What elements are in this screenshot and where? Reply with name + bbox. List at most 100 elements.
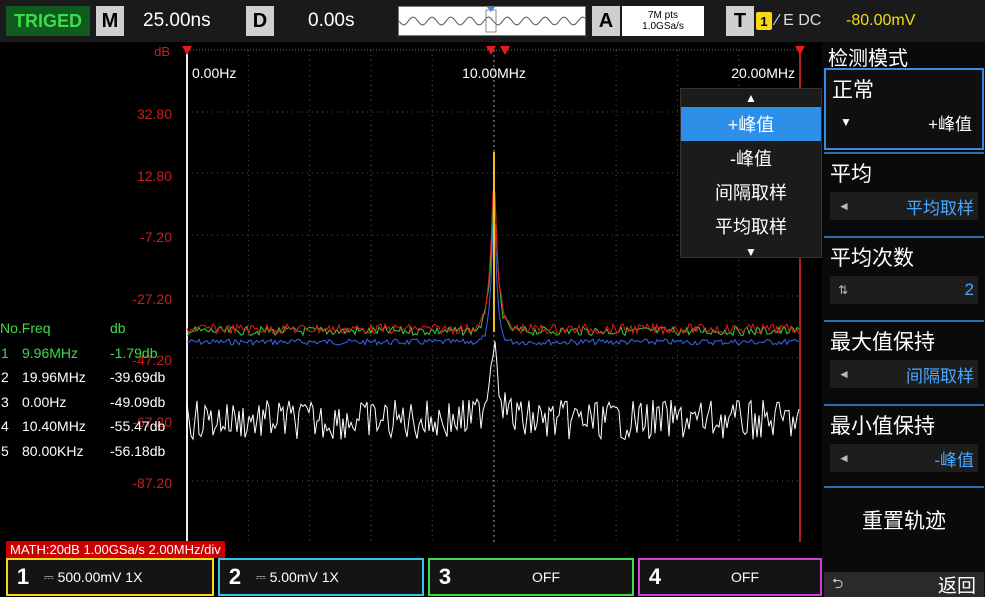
peak-db: -56.18db [110, 442, 166, 459]
peak-db: -39.69db [110, 369, 166, 386]
menu-item-label: 平均 [830, 163, 872, 186]
trigger-level: -80.00mV [846, 12, 916, 29]
delay-label[interactable]: D [246, 6, 274, 36]
math-info-label: MATH:20dB 1.00GSa/s 2.00MHz/div [6, 541, 225, 558]
menu-item-value[interactable]: ⇅ 2 [830, 276, 978, 304]
peak-row: 4 10.40MHz -55.47db [0, 414, 186, 439]
peak-row: 5 80.00KHz -56.18db [0, 439, 186, 464]
dropdown-arrow-icon: ▼ [840, 115, 852, 129]
peak-db-header: db [110, 320, 126, 337]
menu-item-value[interactable]: ▼ +峰值 [832, 108, 976, 136]
dc-coupling-icon: ⎓ [44, 569, 54, 584]
y-axis-unit: dB [154, 44, 170, 59]
channel-4-setting: OFF [731, 569, 759, 585]
channel-1-box[interactable]: 1 ⎓ 500.00mV 1X [6, 558, 214, 596]
menu-item-average[interactable]: 平均 ◄ 平均取样 [824, 152, 984, 234]
left-arrow-icon: ◄ [838, 199, 850, 213]
x-tick-label: 10.00MHz [462, 65, 526, 81]
menu-item-normal[interactable]: 正常 ▼ +峰值 [824, 68, 984, 150]
menu-item-label: 最小值保持 [830, 415, 935, 438]
scroll-up-icon[interactable]: ▲ [681, 89, 821, 107]
trigger-channel-badge: 1 [756, 12, 772, 30]
menu-title: 检测模式 [828, 48, 908, 70]
channel-2-setting: 5.00mV 1X [269, 569, 339, 585]
peak-freq-header: No.Freq [0, 320, 51, 337]
delay-value: 0.00s [308, 10, 355, 31]
trigger-mode: ∕ E DC [776, 12, 822, 29]
menu-item-value-text: 2 [964, 280, 974, 299]
timebase-value: 25.00ns [143, 10, 211, 31]
peak-row: 3 0.00Hz -49.09db [0, 390, 186, 415]
timebase-label[interactable]: M [96, 6, 124, 36]
waveform-overview [398, 6, 586, 36]
channel-2-number: 2 [228, 564, 242, 589]
peak-index: 3 [1, 393, 9, 410]
dc-coupling-icon: ⎓ [256, 569, 266, 584]
knob-arrows-icon: ⇅ [838, 283, 849, 297]
scroll-down-icon[interactable]: ▼ [681, 243, 821, 261]
y-tick-label: -27.20 [132, 291, 172, 307]
memory-depth: 7M pts [647, 10, 678, 21]
peak-index: 1 [1, 344, 9, 361]
peak-freq: 19.96MHz [22, 369, 86, 386]
peak-freq: 10.40MHz [22, 418, 86, 435]
dropdown-option-interval-sample[interactable]: 间隔取样 [681, 175, 821, 209]
menu-item-min-hold[interactable]: 最小值保持 ◄ -峰值 [824, 404, 984, 484]
x-tick-label: 0.00Hz [192, 65, 236, 81]
menu-item-value[interactable]: ◄ 平均取样 [830, 192, 978, 220]
peak-index: 4 [1, 418, 9, 435]
peak-freq: 0.00Hz [22, 393, 67, 410]
acquisition-info: 7M pts 1.0GSa/s [622, 6, 704, 36]
dropdown-option-positive-peak[interactable]: +峰值 [681, 107, 821, 141]
channel-3-setting: OFF [532, 569, 560, 585]
menu-item-value[interactable]: ◄ 间隔取样 [830, 360, 978, 388]
channel-3-box[interactable]: 3 OFF [428, 558, 634, 596]
peak-index: 2 [1, 369, 9, 386]
channel-1-setting: 500.00mV 1X [57, 569, 143, 585]
menu-item-max-hold[interactable]: 最大值保持 ◄ 间隔取样 [824, 320, 984, 402]
menu-item-value-text: 平均取样 [906, 198, 974, 218]
menu-item-label: 平均次数 [830, 247, 914, 270]
y-tick-label: -87.20 [132, 475, 172, 491]
peak-freq: 80.00KHz [22, 442, 84, 459]
channel-4-box[interactable]: 4 OFF [638, 558, 822, 596]
peak-row: 2 19.96MHz -39.69db [0, 365, 186, 390]
top-status-bar: TRIGED M 25.00ns D 0.00s A 7M pts 1.0GSa… [0, 0, 985, 42]
y-tick-label: 32.80 [137, 106, 172, 122]
peak-db: -1.79db [110, 344, 158, 361]
sample-rate: 1.0GSa/s [642, 21, 684, 32]
channel-2-box[interactable]: 2 ⎓ 5.00mV 1X [218, 558, 424, 596]
channel-3-number: 3 [438, 564, 452, 589]
channel-4-number: 4 [648, 564, 662, 589]
peak-freq: 9.96MHz [22, 344, 79, 361]
menu-item-value-text: 间隔取样 [906, 366, 974, 386]
peak-db: -49.09db [110, 393, 166, 410]
x-tick-label: 20.00MHz [731, 65, 795, 81]
reset-trace-button[interactable]: 重置轨迹 [824, 486, 984, 552]
peak-index: 5 [1, 442, 9, 459]
dropdown-option-negative-peak[interactable]: -峰值 [681, 141, 821, 175]
menu-item-average-count[interactable]: 平均次数 ⇅ 2 [824, 236, 984, 318]
menu-item-value-text: +峰值 [928, 114, 972, 134]
back-icon: ⮌ [832, 574, 844, 591]
dropdown-option-average-sample[interactable]: 平均取样 [681, 209, 821, 243]
overview-waveform-icon [399, 7, 585, 33]
peak-table: No.Freq db 1 9.96MHz -1.79db 2 19.96MHz … [0, 316, 186, 463]
y-tick-label: 12.80 [137, 168, 172, 184]
peak-row: 1 9.96MHz -1.79db [0, 341, 186, 366]
y-tick-label: -7.20 [140, 229, 172, 245]
trigger-status-badge: TRIGED [6, 6, 90, 36]
peak-table-header: No.Freq db [0, 316, 186, 341]
acquire-label[interactable]: A [592, 6, 620, 36]
trigger-label[interactable]: T [726, 6, 754, 36]
menu-item-value-text: -峰值 [934, 450, 974, 470]
detect-mode-dropdown[interactable]: ▲ +峰值 -峰值 间隔取样 平均取样 ▼ [680, 88, 822, 261]
left-arrow-icon: ◄ [838, 451, 850, 465]
back-button[interactable]: ⮌ 返回 [824, 572, 984, 597]
menu-item-label: 最大值保持 [830, 331, 935, 354]
left-arrow-icon: ◄ [838, 367, 850, 381]
frequency-markers [182, 46, 805, 55]
channel-1-number: 1 [16, 564, 30, 589]
menu-item-value[interactable]: ◄ -峰值 [830, 444, 978, 472]
menu-item-label: 正常 [832, 79, 874, 102]
